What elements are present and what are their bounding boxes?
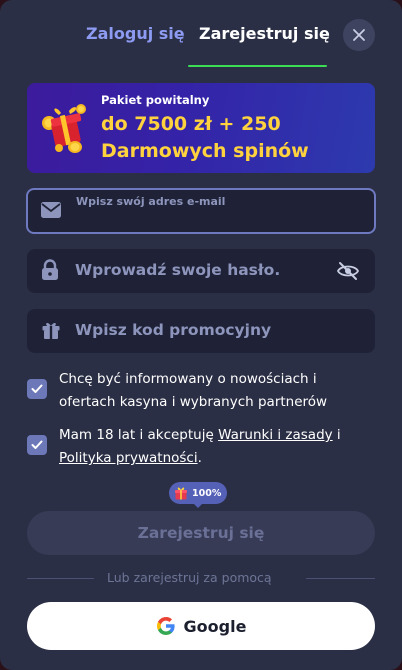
register-submit-button[interactable]: Zarejestruj się [27,511,375,555]
privacy-policy-link[interactable]: Polityka prywatności [59,450,198,466]
divider-line-right [306,578,375,579]
password-placeholder: Wprowadź swoje hasło. [75,261,281,279]
promo-code-placeholder: Wpisz kod promocyjny [75,321,272,339]
welcome-bonus-banner: Pakiet powitalny do 7500 zł + 250 Darmow… [27,83,375,173]
banner-title: do 7500 zł + 250 Darmowych spinów [101,113,309,162]
age-terms-consent-checkbox[interactable] [27,435,47,455]
google-signup-button[interactable]: Google [27,602,375,650]
auth-tabs: Zaloguj się Zarejestruj się [0,0,402,68]
promo-code-field[interactable]: Wpisz kod promocyjny [27,309,375,353]
checkmark-icon [31,384,43,393]
toggle-password-visibility-button[interactable] [336,260,360,282]
lock-icon [41,259,59,281]
gift-icon [175,487,187,500]
gift-with-coins-icon [42,104,86,153]
google-button-label: Google [183,616,247,636]
progress-value: 100% [192,487,222,499]
email-field[interactable]: Wpisz swój adres e-mail [26,188,376,234]
banner-subtitle: Pakiet powitalny [101,93,210,107]
active-tab-indicator [188,65,327,67]
close-button[interactable] [343,19,375,51]
progress-badge-pointer [193,503,203,508]
password-field[interactable]: Wprowadź swoje hasło. [27,249,375,293]
marketing-consent-checkbox[interactable] [27,379,47,399]
age-terms-consent-label: Mam 18 lat i akceptuję Warunki i zasady … [59,424,369,470]
marketing-consent-label: Chcę być informowany o nowościach i ofer… [59,371,328,410]
form-progress-badge: 100% [169,482,228,504]
divider-line-left [27,578,94,579]
age-consent-prefix: Mam 18 lat i akceptuję [59,427,219,443]
age-consent-suffix: . [197,450,202,466]
checkmark-icon [31,440,43,449]
google-logo-icon [156,617,175,635]
close-icon [353,29,365,41]
terms-link[interactable]: Warunki i zasady [218,427,333,443]
registration-modal: Zaloguj się Zarejestruj się Pakiet powit… [0,0,402,670]
eye-off-icon [336,262,360,280]
email-placeholder: Wpisz swój adres e-mail [76,195,226,208]
envelope-icon [40,201,62,219]
tab-register[interactable]: Zarejestruj się [199,24,330,43]
social-register-divider-text: Lub zarejestruj za pomocą [107,570,272,585]
gift-icon [41,320,61,340]
age-consent-and: i [332,427,341,443]
tab-login[interactable]: Zaloguj się [86,24,185,43]
